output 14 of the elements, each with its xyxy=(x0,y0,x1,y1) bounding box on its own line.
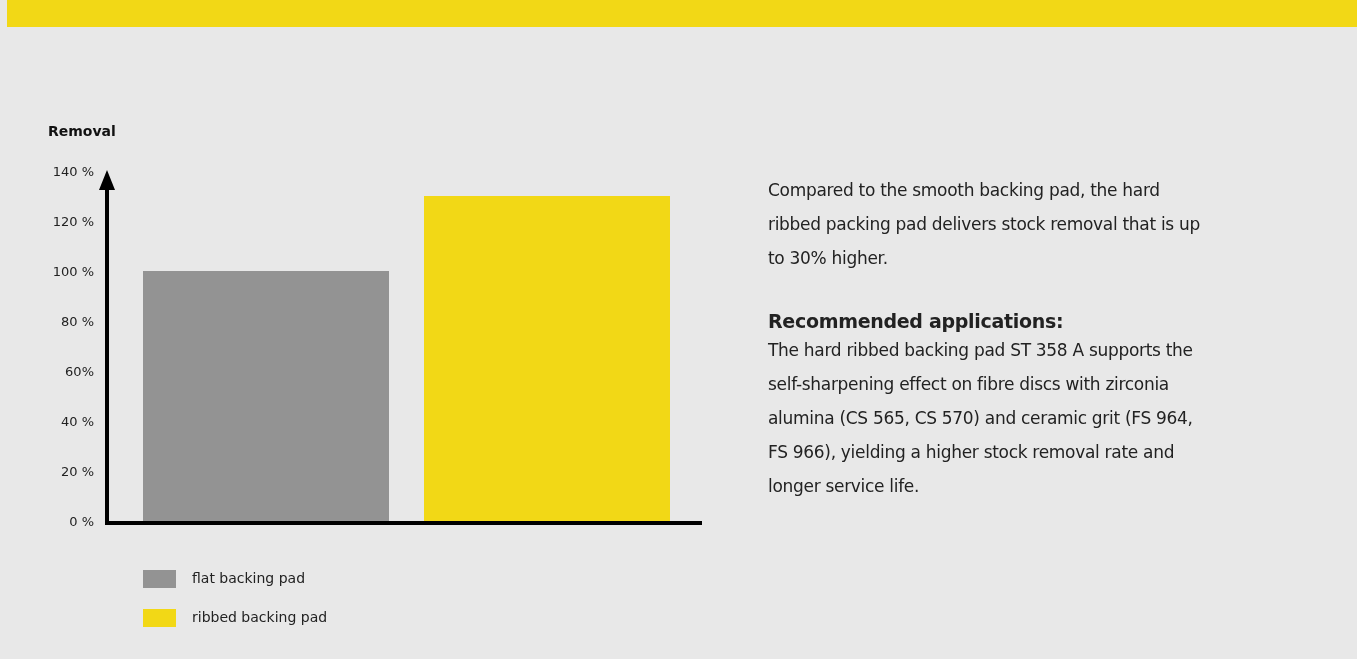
y-tick-label: 60% xyxy=(65,364,94,379)
body-paragraph: The hard ribbed backing pad ST 358 A supports the self-sharpening effect on fibre discs with zirconia alumina (CS 565, CS 570) and ceramic grit (FS 964, FS 966), yielding a higher stock removal rate and longer service life. xyxy=(768,339,1194,498)
y-tick-label: 20 % xyxy=(60,464,94,479)
intro-paragraph: Compared to the smooth backing pad, the hard ribbed packing pad delivers stock removal that is up to 30% higher. xyxy=(768,179,1201,270)
y-tick-label: 140 % xyxy=(52,164,94,179)
y-tick-label: 100 % xyxy=(52,264,94,279)
y-tick-label: 40 % xyxy=(60,414,94,429)
y-tick-label: 0 % xyxy=(69,514,94,529)
section-heading: Recommended applications: xyxy=(768,309,1065,333)
legend-label: flat backing pad xyxy=(192,569,306,588)
y-axis-title: Removal xyxy=(48,123,116,139)
legend-label: ribbed backing pad xyxy=(192,608,328,627)
y-tick-label: 80 % xyxy=(60,314,94,329)
y-tick-label: 120 % xyxy=(52,214,94,229)
